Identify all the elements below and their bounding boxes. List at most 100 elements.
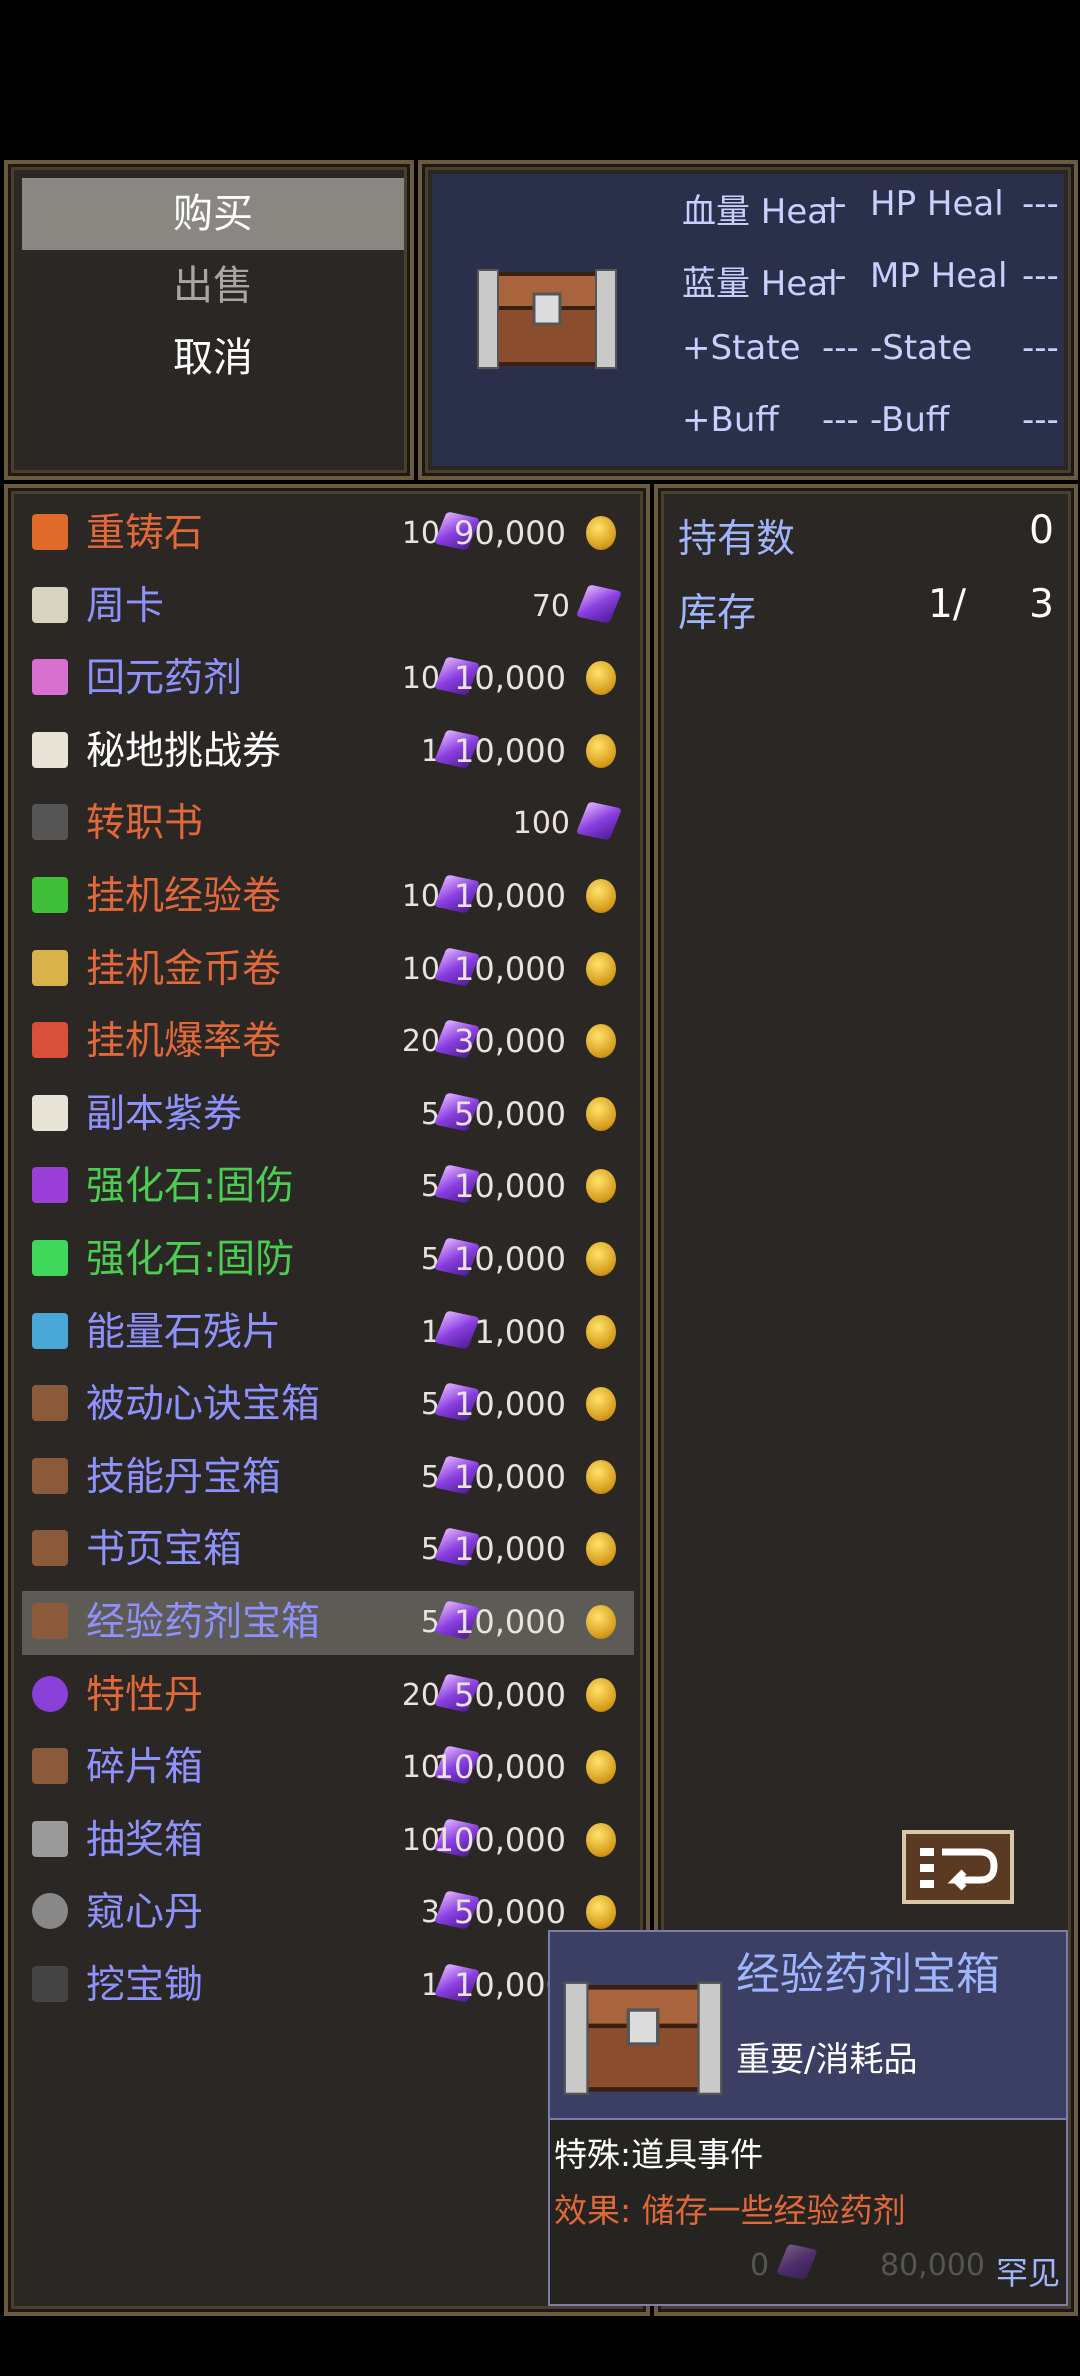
item-name: 副本紫券 [86,1091,243,1137]
item-name: 抽奖箱 [86,1817,204,1863]
gold-coin-icon [586,879,616,913]
list-item[interactable]: 抽奖箱 10 100,000 [22,1809,634,1873]
list-item[interactable]: 挂机经验卷 10 10,000 [22,865,634,929]
gold-coin-icon [586,516,616,550]
mp-heal-value-en: --- [1022,256,1059,296]
item-name: 书页宝箱 [86,1527,243,1573]
list-item[interactable]: 挂机金币卷 10 10,000 [22,938,634,1002]
book-icon [32,804,68,841]
list-item[interactable]: 强化石:固防 5 10,000 [22,1228,634,1292]
add-buff-label: +Buff [682,400,779,440]
lottery-box-icon [32,1820,68,1857]
item-name: 周卡 [86,583,165,629]
gold-coin-icon [586,1169,616,1204]
gray-orb-icon [32,1893,68,1930]
chest-icon [32,1385,68,1422]
cancel-command[interactable]: 取消 [22,322,404,394]
list-item[interactable]: 被动心诀宝箱 5 10,000 [22,1373,634,1437]
item-gold-price: 10,000 [454,1385,566,1424]
item-gem-cost: 10 [401,516,440,551]
item-gold-price: 10,000 [454,1167,566,1206]
item-name: 强化石:固防 [86,1237,295,1282]
gold-coin-icon [586,1387,616,1422]
item-name: 秘地挑战券 [86,728,282,774]
list-item[interactable]: 经验药剂宝箱 5 10,000 [22,1591,634,1655]
shard-icon [32,1312,68,1349]
item-gold-price: 90,000 [454,514,566,552]
item-gem-cost: 70 [531,588,570,624]
stock-label: 库存 [678,591,757,636]
list-item[interactable]: 重铸石 10 90,000 [22,502,634,566]
list-item[interactable]: 挖宝锄 1 10,000 [22,1954,634,2018]
item-name: 转职书 [86,801,204,847]
owned-value: 0 [1029,508,1054,553]
red-scroll-icon [32,1022,68,1059]
chest-icon [477,269,617,369]
purple-stone-icon [32,1167,68,1204]
item-status-window: 血量 Heal -- HP Heal --- 蓝量 Heal -- MP Hea… [418,160,1078,480]
status-inner: 血量 Heal -- HP Heal --- 蓝量 Heal -- MP Hea… [432,174,1064,466]
scroll-icon [32,586,68,623]
item-name: 窥心丹 [86,1890,204,1936]
gold-coin-icon [586,1750,616,1785]
list-item[interactable]: 碎片箱 10 100,000 [22,1736,634,1800]
gold-coin-icon [586,1677,616,1712]
gold-coin-icon [586,1242,616,1276]
tooltip-qty: 0 [750,2248,770,2283]
ticket-icon [32,1094,68,1131]
item-gold-price: 100,000 [433,1748,566,1787]
list-item[interactable]: 副本紫券 5 50,000 [22,1083,634,1147]
item-gold-price: 10,000 [454,877,566,915]
list-item[interactable]: 书页宝箱 5 10,000 [22,1518,634,1582]
item-gold-price: 100,000 [433,1820,566,1859]
item-name: 强化石:固伤 [86,1164,295,1210]
item-gem-cost: 20 [401,1677,440,1713]
item-gem-cost: 100 [512,806,570,842]
gem-icon [575,801,623,841]
item-name: 能量石残片 [86,1309,282,1355]
list-item[interactable]: 周卡 70 [22,575,634,639]
list-item[interactable]: 能量石残片 1 1,000 [22,1301,634,1365]
list-item[interactable]: 回元药剂 10 10,000 [22,647,634,711]
list-item[interactable]: 挂机爆率卷 20 30,000 [22,1010,634,1074]
gem-icon [776,2243,818,2281]
tooltip-header: 经验药剂宝箱 重要/消耗品 [550,1932,1066,2120]
list-item[interactable]: 转职书 100 [22,792,634,856]
tooltip-special: 特殊:道具事件 [554,2135,764,2174]
item-gold-price: 10,000 [454,1240,566,1278]
item-gold-price: 10,000 [454,949,566,988]
item-name: 碎片箱 [86,1745,204,1791]
item-name: 技能丹宝箱 [86,1454,282,1500]
gold-coin-icon [586,1605,616,1639]
tooltip-effect: 效果: 储存一些经验药剂 [554,2191,906,2230]
list-item[interactable]: 秘地挑战券 1 10,000 [22,720,634,784]
gold-coin-icon [586,1459,616,1494]
gold-coin-icon [586,661,616,696]
green-stone-icon [32,1240,68,1276]
hp-heal-value: -- [822,184,847,224]
chest-icon [32,1530,68,1567]
list-item[interactable]: 窥心丹 3 50,000 [22,1881,634,1945]
item-gold-price: 30,000 [454,1022,566,1061]
item-gem-cost: 20 [401,1024,440,1060]
gold-coin-icon [586,1096,616,1131]
item-gem-cost: 10 [401,879,440,914]
buy-command[interactable]: 购买 [22,178,404,250]
purple-orb-icon [32,1675,68,1712]
item-name: 重铸石 [86,511,204,556]
list-item[interactable]: 技能丹宝箱 5 10,000 [22,1446,634,1510]
item-name: 挂机爆率卷 [86,1019,282,1065]
gold-coin-icon [586,1895,616,1930]
gold-scroll-icon [32,949,68,986]
remove-buff-label: -Buff [870,400,950,440]
item-name: 挂机金币卷 [86,946,282,992]
command-window: 购买 出售 取消 [4,160,414,480]
return-button[interactable] [902,1830,1014,1904]
list-item[interactable]: 特性丹 20 50,000 [22,1664,634,1728]
sell-command[interactable]: 出售 [22,250,404,322]
list-item[interactable]: 强化石:固伤 5 10,000 [22,1155,634,1219]
item-gold-price: 50,000 [454,1094,566,1133]
mp-heal-value: -- [822,256,847,296]
item-name: 经验药剂宝箱 [86,1600,321,1645]
item-gold-price: 10,000 [454,731,566,770]
